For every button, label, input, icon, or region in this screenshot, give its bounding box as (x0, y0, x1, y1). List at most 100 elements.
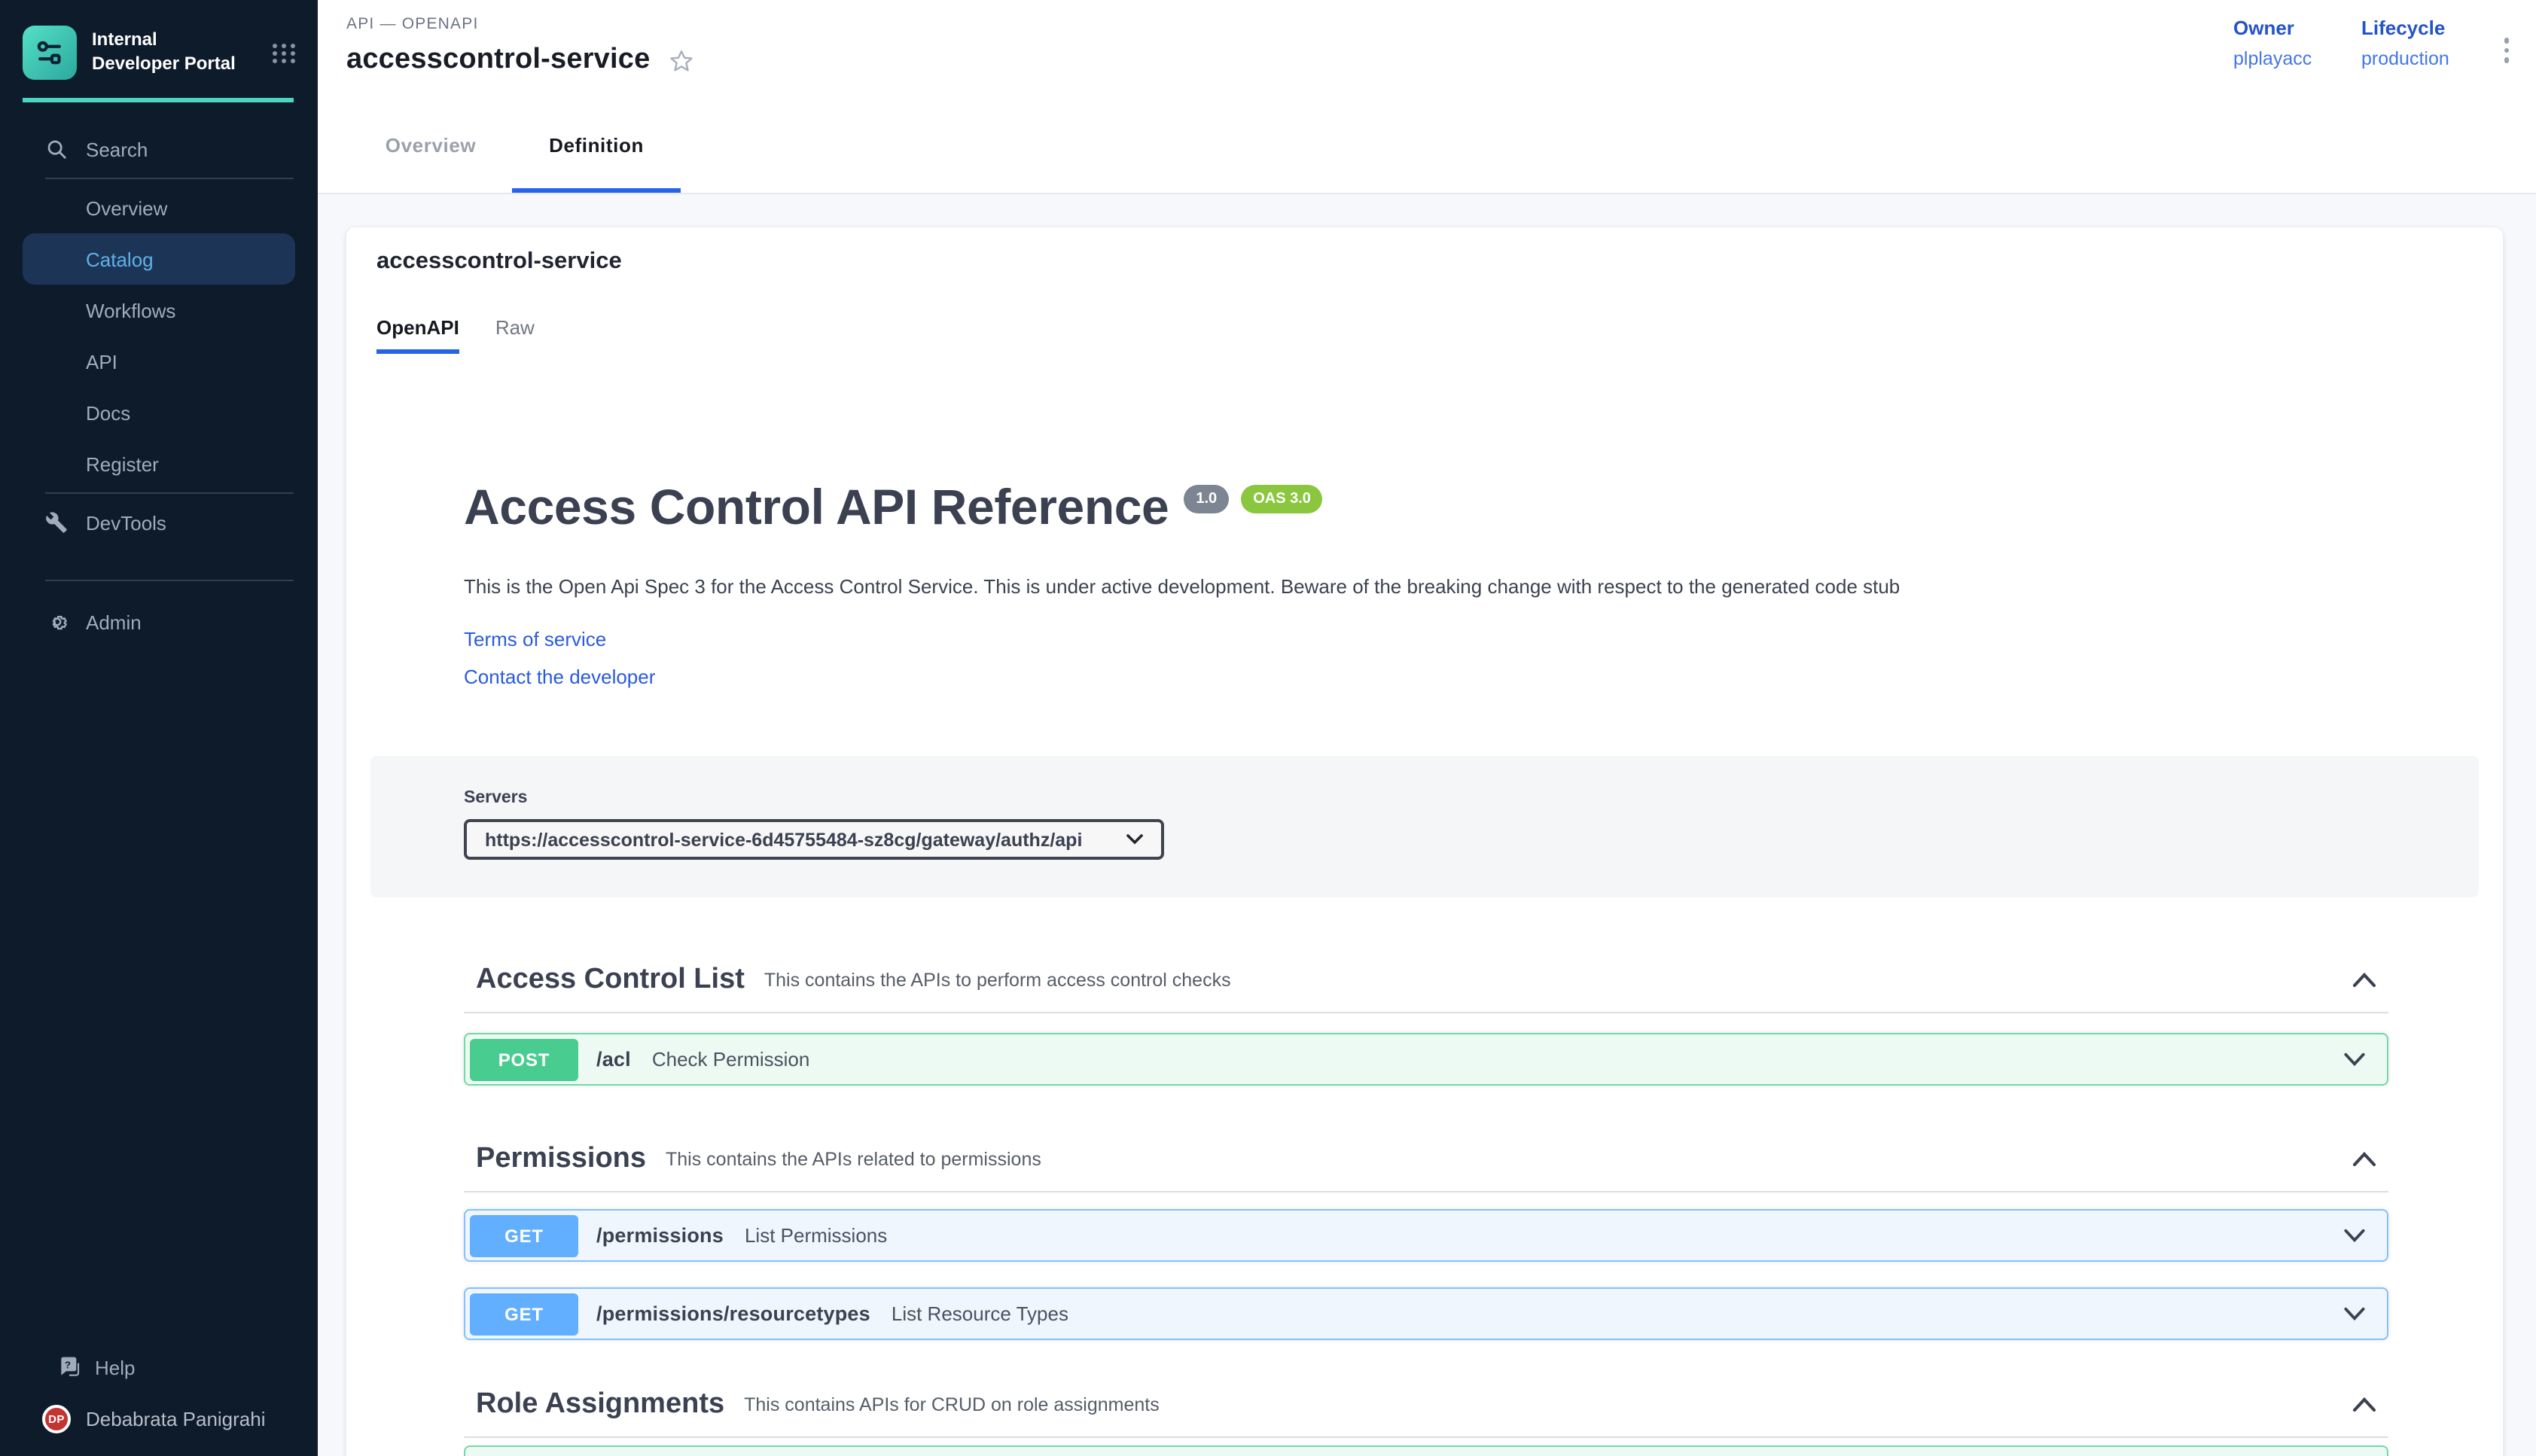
sidebar-item-label: Catalog (86, 248, 154, 270)
entity-tabbar: Overview Definition (318, 98, 2536, 194)
definition-format-tabs: OpenAPI Raw (376, 316, 2503, 354)
server-select[interactable]: https://accesscontrol-service-6d45755484… (464, 819, 1164, 860)
entity-header: API — OPENAPI accesscontrol-service Owne… (318, 0, 2536, 98)
tab-definition[interactable]: Definition (512, 98, 681, 193)
owner-link[interactable]: plplayacc (2233, 48, 2312, 69)
favorite-star-icon[interactable] (668, 47, 693, 73)
sidebar-item-docs[interactable]: Docs (0, 387, 318, 438)
collapse-chevron-up-icon[interactable] (2352, 1152, 2376, 1167)
sidebar-item-label: Workflows (86, 299, 175, 321)
sidebar-item-label: Overview (86, 196, 167, 219)
more-options-kebab-icon[interactable] (2501, 35, 2512, 65)
apps-grid-icon[interactable] (273, 43, 297, 62)
servers-panel: Servers https://accesscontrol-service-6d… (370, 756, 2479, 897)
endpoint-summary: List Permissions (745, 1224, 887, 1247)
endpoint-post-acl[interactable]: POST /acl Check Permission (464, 1033, 2388, 1086)
sidebar-divider (45, 492, 294, 494)
section-title: Role Assignments (476, 1388, 724, 1421)
version-badge: 1.0 (1184, 485, 1229, 513)
tab-openapi[interactable]: OpenAPI (376, 316, 459, 354)
sidebar-item-label: API (86, 350, 117, 373)
lifecycle-value: production (2361, 48, 2449, 69)
endpoint-path: /permissions/resourcetypes (596, 1302, 870, 1325)
endpoint-summary: List Resource Types (892, 1302, 1068, 1325)
oas-badge: OAS 3.0 (1241, 485, 1323, 513)
sidebar-item-label: Admin (86, 611, 142, 633)
sidebar-divider (45, 178, 294, 179)
svg-text:?: ? (65, 1359, 71, 1370)
expand-chevron-down-icon[interactable] (2343, 1229, 2366, 1242)
card-title: accesscontrol-service (376, 248, 2503, 276)
terms-of-service-link[interactable]: Terms of service (464, 628, 2388, 650)
sidebar-item-api[interactable]: API (0, 336, 318, 387)
endpoint-get-permissions-resourcetypes[interactable]: GET /permissions/resourcetypes List Reso… (464, 1287, 2388, 1340)
lifecycle-label: Lifecycle (2361, 17, 2449, 39)
expand-chevron-down-icon[interactable] (2343, 1307, 2366, 1320)
collapse-chevron-up-icon[interactable] (2352, 1397, 2376, 1412)
sidebar-item-label: Search (86, 138, 148, 160)
endpoint-row-clipped[interactable] (464, 1445, 2388, 1456)
sidebar-item-help[interactable]: ? Help (0, 1342, 318, 1393)
endpoint-path: /permissions (596, 1224, 724, 1247)
owner-label: Owner (2233, 17, 2312, 39)
logo-row: Internal Developer Portal (0, 0, 318, 80)
sidebar-item-catalog[interactable]: Catalog (23, 233, 295, 285)
sidebar: Internal Developer Portal Search Overvie… (0, 0, 318, 1456)
endpoint-summary: Check Permission (652, 1048, 810, 1071)
sidebar-item-register[interactable]: Register (0, 438, 318, 489)
content-area: accesscontrol-service OpenAPI Raw Access… (318, 194, 2536, 1456)
sidebar-divider (45, 580, 294, 581)
sidebar-item-search[interactable]: Search (0, 123, 318, 175)
swagger-operations: Access Control List This contains the AP… (346, 949, 2503, 1456)
definition-card: accesscontrol-service OpenAPI Raw Access… (346, 227, 2503, 1456)
contact-developer-link[interactable]: Contact the developer (464, 666, 2388, 688)
tab-raw[interactable]: Raw (495, 316, 535, 354)
sidebar-item-label: DevTools (86, 511, 166, 534)
section-role-assignments[interactable]: Role Assignments This contains APIs for … (464, 1373, 2388, 1438)
collapse-chevron-up-icon[interactable] (2352, 973, 2376, 988)
tab-overview[interactable]: Overview (363, 98, 498, 193)
help-label: Help (95, 1356, 136, 1378)
portal-logo (23, 26, 77, 80)
expand-chevron-down-icon[interactable] (2343, 1052, 2366, 1066)
select-caret-icon (1111, 834, 1143, 845)
section-title: Permissions (476, 1143, 646, 1176)
breadcrumb: API — OPENAPI (346, 15, 479, 33)
section-description: This contains APIs for CRUD on role assi… (744, 1394, 1160, 1415)
main-pane: API — OPENAPI accesscontrol-service Owne… (318, 0, 2536, 1456)
lifecycle-meta: Lifecycle production (2361, 17, 2449, 69)
section-description: This contains the APIs to perform access… (764, 970, 1231, 991)
owner-meta: Owner plplayacc (2233, 17, 2312, 69)
sidebar-item-label: Docs (86, 401, 130, 424)
server-url: https://accesscontrol-service-6d45755484… (485, 829, 1082, 850)
endpoint-get-permissions[interactable]: GET /permissions List Permissions (464, 1209, 2388, 1262)
sidebar-item-overview[interactable]: Overview (0, 182, 318, 233)
avatar: DP (42, 1404, 71, 1433)
endpoint-path: /acl (596, 1048, 631, 1071)
brand-underline (23, 98, 294, 102)
section-access-control-list[interactable]: Access Control List This contains the AP… (464, 949, 2388, 1013)
sidebar-item-workflows[interactable]: Workflows (0, 285, 318, 336)
sidebar-item-admin[interactable]: Admin (0, 596, 318, 647)
help-chat-icon: ? (57, 1355, 81, 1379)
sidebar-item-devtools[interactable]: DevTools (0, 497, 318, 548)
method-badge: POST (470, 1038, 578, 1080)
gear-icon (45, 610, 69, 634)
api-title: Access Control API Reference (464, 482, 1169, 533)
section-permissions[interactable]: Permissions This contains the APIs relat… (464, 1128, 2388, 1193)
section-description: This contains the APIs related to permis… (666, 1149, 1041, 1170)
app-root: Internal Developer Portal Search Overvie… (0, 0, 2536, 1456)
circuit-logo-icon (33, 36, 66, 69)
user-menu[interactable]: DP Debabrata Panigrahi (0, 1393, 318, 1444)
search-icon (45, 138, 68, 160)
section-title: Access Control List (476, 964, 745, 997)
api-description: This is the Open Api Spec 3 for the Acce… (464, 575, 2388, 598)
portal-title: Internal Developer Portal (92, 29, 239, 76)
wrench-icon (45, 511, 68, 534)
sidebar-item-label: Register (86, 452, 159, 475)
user-name: Debabrata Panigrahi (86, 1407, 266, 1430)
swagger-ui: Access Control API Reference 1.0 OAS 3.0… (346, 482, 2503, 688)
method-badge: GET (470, 1214, 578, 1256)
method-badge: GET (470, 1293, 578, 1335)
servers-label: Servers (464, 789, 2479, 807)
